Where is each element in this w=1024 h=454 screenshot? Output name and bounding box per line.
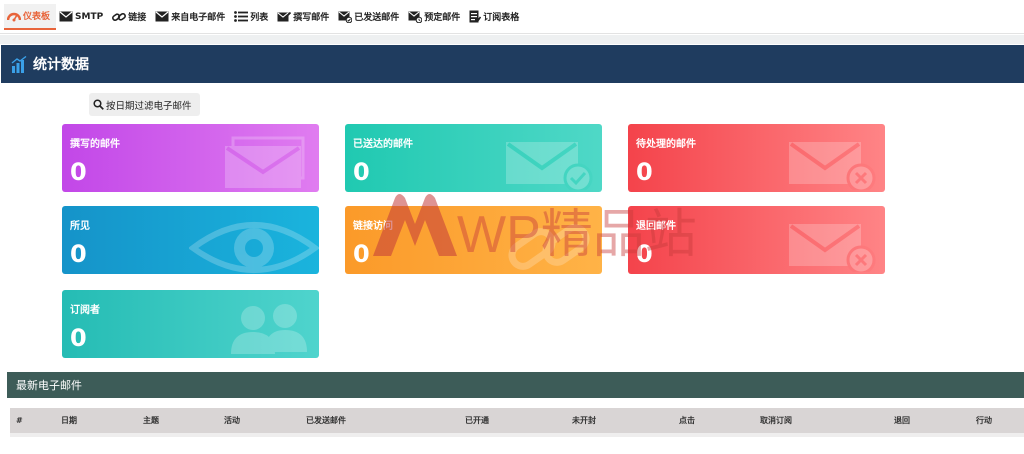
nav-label: 已发送邮件 xyxy=(354,13,400,23)
nav-label: 链接 xyxy=(128,13,147,23)
card-title: 所见 xyxy=(70,221,90,232)
search-icon xyxy=(93,99,104,110)
filter-by-date-button[interactable]: 按日期过滤电子邮件 xyxy=(89,93,200,116)
card-title: 订阅者 xyxy=(70,305,100,316)
card-title: 已送达的邮件 xyxy=(353,139,413,150)
dashboard-icon xyxy=(7,12,21,21)
column-header-date: 日期 xyxy=(61,416,77,425)
table-header-row: # 日期 主题 活动 已发送邮件 已开通 未开封 点击 取消订阅 退回 行动 xyxy=(10,408,1024,433)
column-header-campaign: 活动 xyxy=(224,416,240,425)
nav-label: 列表 xyxy=(250,13,269,23)
card-value: 0 xyxy=(70,324,87,352)
card-value: 0 xyxy=(353,240,370,268)
recent-emails-header: 最新电子邮件 xyxy=(7,372,1024,398)
column-header-sent: 已发送邮件 xyxy=(306,416,346,425)
column-header-unopened: 未开封 xyxy=(572,416,596,425)
nav-item-subscription-form[interactable]: 订阅表格 xyxy=(466,4,525,30)
card-bounced-emails: 退回邮件 0 xyxy=(628,206,885,274)
envelope-icon xyxy=(225,136,305,188)
nav-item-sent[interactable]: 已发送邮件 xyxy=(335,4,405,30)
envelope-check-icon xyxy=(506,142,593,190)
scheduled-mail-icon xyxy=(408,11,423,23)
table-body-edge xyxy=(10,433,1024,437)
link-icon xyxy=(112,12,127,21)
column-header-number: # xyxy=(16,416,23,425)
nav-label: SMTP xyxy=(75,11,104,22)
column-header-subject: 主题 xyxy=(143,416,159,425)
envelope-icon xyxy=(59,11,73,22)
eye-icon xyxy=(189,222,319,273)
card-link-visits: 链接访问 0 xyxy=(345,206,602,274)
nav-item-smtp[interactable]: SMTP xyxy=(56,4,109,30)
card-value: 0 xyxy=(70,158,87,186)
nav-item-scheduled[interactable]: 预定邮件 xyxy=(405,4,466,30)
recent-emails-title: 最新电子邮件 xyxy=(16,379,82,392)
card-title: 待处理的邮件 xyxy=(636,139,696,150)
card-title: 退回邮件 xyxy=(636,221,676,232)
nav-label: 预定邮件 xyxy=(424,13,461,23)
card-subscribers: 订阅者 0 xyxy=(62,290,319,358)
users-icon xyxy=(231,304,307,354)
nav-item-dashboard[interactable]: 仪表板 xyxy=(4,3,57,30)
filter-label: 按日期过滤电子邮件 xyxy=(106,100,192,112)
nav-item-compose[interactable]: 撰写邮件 xyxy=(274,4,335,30)
top-navigation: 仪表板 SMTP 链接 来自电子邮件 列表 撰写邮件 已发送邮件 预定邮件 订阅… xyxy=(0,0,1024,34)
card-composed-emails: 撰写的邮件 0 xyxy=(62,124,319,192)
nav-label: 撰写邮件 xyxy=(293,13,330,23)
card-value: 0 xyxy=(70,240,87,268)
panel-header: 统计数据 xyxy=(1,45,1024,83)
card-title: 链接访问 xyxy=(353,221,393,232)
compose-mail-icon xyxy=(277,11,292,22)
column-header-clicks: 点击 xyxy=(679,416,695,425)
card-pending-emails: 待处理的邮件 0 xyxy=(628,124,885,192)
envelope-x-icon xyxy=(789,224,876,272)
column-header-bounced: 退回 xyxy=(894,416,910,425)
card-title: 撰写的邮件 xyxy=(70,139,120,150)
nav-item-from-email[interactable]: 来自电子邮件 xyxy=(152,4,231,30)
nav-label: 来自电子邮件 xyxy=(171,13,226,23)
envelope-icon xyxy=(155,11,169,22)
sent-mail-icon xyxy=(338,11,353,23)
card-seen: 所见 0 xyxy=(62,206,319,274)
column-header-opened: 已开通 xyxy=(465,416,489,425)
card-value: 0 xyxy=(636,240,653,268)
form-icon xyxy=(469,10,482,23)
nav-item-lists[interactable]: 列表 xyxy=(231,4,274,30)
separator xyxy=(0,35,1024,44)
envelope-x-icon xyxy=(789,142,876,190)
column-header-actions: 行动 xyxy=(976,416,992,425)
bar-chart-icon xyxy=(11,55,27,73)
card-value: 0 xyxy=(636,158,653,186)
card-delivered-emails: 已送达的邮件 0 xyxy=(345,124,602,192)
column-header-unsubscribed: 取消订阅 xyxy=(760,416,792,425)
nav-label: 订阅表格 xyxy=(483,13,520,23)
list-icon xyxy=(234,11,249,22)
nav-label: 仪表板 xyxy=(23,12,51,22)
panel-title: 统计数据 xyxy=(33,57,89,73)
card-value: 0 xyxy=(353,158,370,186)
link-icon xyxy=(508,224,590,270)
nav-item-links[interactable]: 链接 xyxy=(109,4,152,30)
